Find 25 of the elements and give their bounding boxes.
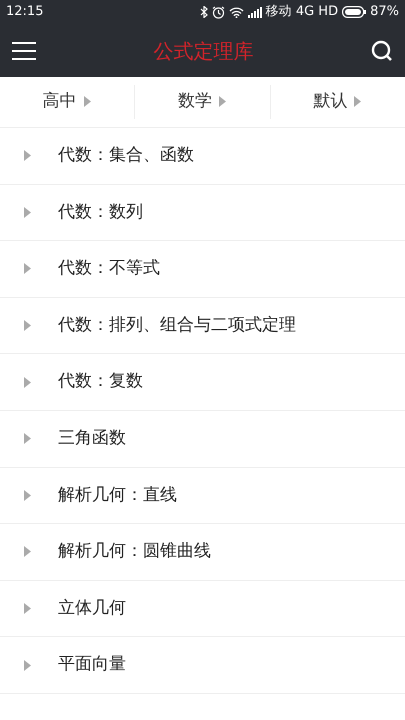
category-row[interactable]: 代数：集合、函数 [0,128,405,185]
alarm-icon [212,6,225,18]
battery-icon [342,6,366,18]
category-row[interactable]: 解析几何：圆锥曲线 [0,524,405,581]
category-row[interactable]: 代数：复数 [0,354,405,411]
wifi-icon [228,6,244,18]
caret-icon [353,96,362,108]
battery-percent: 87% [370,3,399,22]
category-row[interactable]: 立体几何 [0,580,405,638]
caret-icon [218,96,227,108]
app-title: 公式定理库 [154,38,254,64]
category-row[interactable]: 平面向量 [0,637,405,694]
filter-dropdown[interactable]: 默认 [270,85,405,119]
bluetooth-icon [200,6,208,18]
network-label: 移动 4G HD [266,3,338,22]
category-row[interactable]: 代数：数列 [0,184,405,242]
category-row[interactable]: 代数：不等式 [0,241,405,298]
category-row[interactable]: 解析几何：直线 [0,468,405,524]
category-row[interactable]: 代数：排列、组合与二项式定理 [0,298,405,354]
filter-dropdown[interactable]: 高中 [0,85,134,119]
signal-icon [248,6,262,18]
clock-time: 12:15 [6,3,44,22]
caret-icon [82,96,92,108]
category-row[interactable]: 三角函数 [0,410,405,468]
filter-dropdown[interactable]: 数学 [134,85,270,119]
